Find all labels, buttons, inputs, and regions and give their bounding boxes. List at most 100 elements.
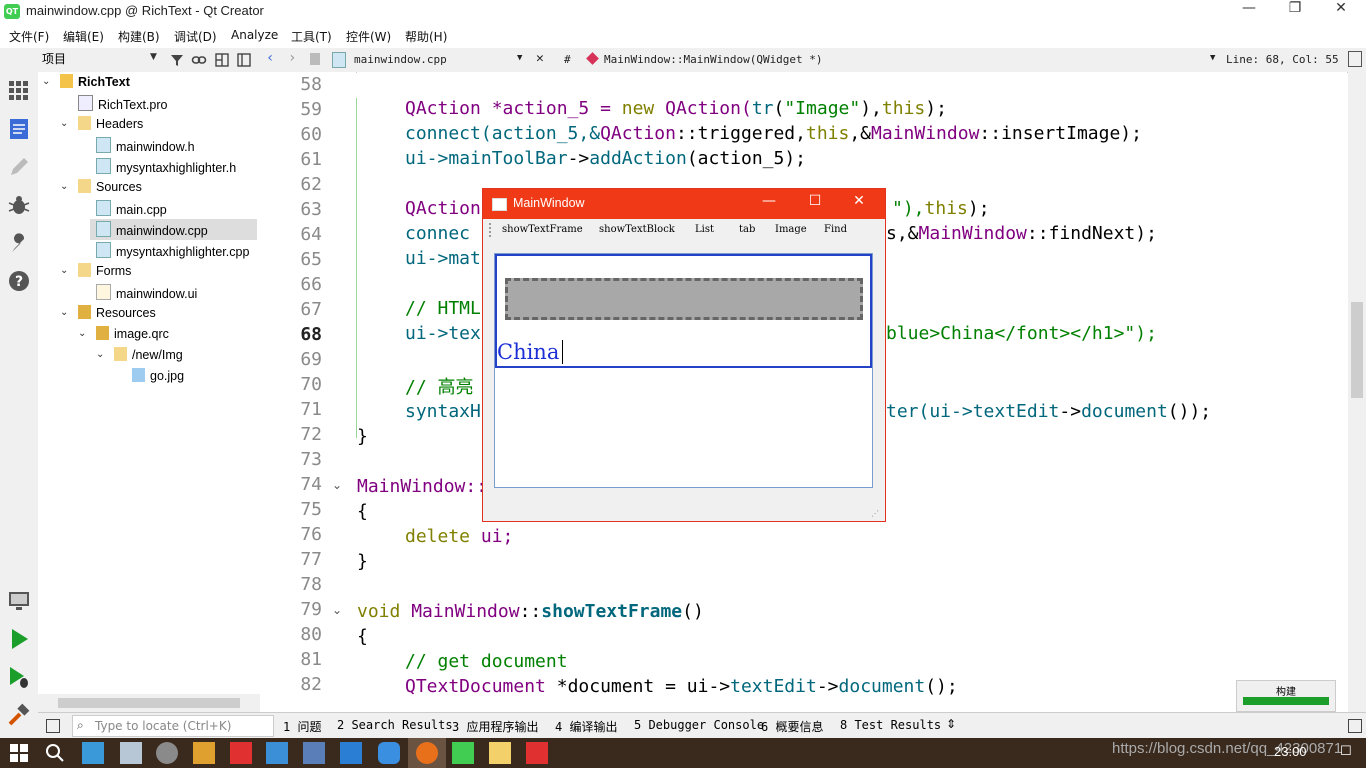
file-explorer-icon[interactable] bbox=[489, 742, 511, 764]
tree-item-forms[interactable]: Forms bbox=[78, 263, 131, 284]
filter-icon[interactable] bbox=[169, 52, 185, 68]
collapse-arrow-icon[interactable]: ⌄ bbox=[60, 307, 68, 318]
chevron-down-icon[interactable]: ▼ bbox=[1210, 53, 1215, 63]
output-tab-summary[interactable]: 6 概要信息 bbox=[761, 718, 823, 735]
output-tab-compile[interactable]: 4 编译输出 bbox=[555, 718, 617, 735]
cursor-position[interactable]: Line: 68, Col: 55 bbox=[1226, 53, 1339, 66]
tree-item-sources[interactable]: Sources bbox=[78, 179, 142, 200]
search-icon[interactable] bbox=[44, 742, 66, 764]
output-tab-debugger[interactable]: 5 Debugger Console bbox=[634, 718, 764, 732]
windows-start-icon[interactable] bbox=[8, 742, 30, 764]
fold-arrow-icon[interactable]: ⌄ bbox=[332, 603, 342, 617]
clock[interactable]: 23:00 bbox=[1274, 744, 1307, 759]
menu-widgets[interactable]: 控件(W) bbox=[346, 28, 391, 45]
notification-icon[interactable]: ☐ bbox=[1340, 744, 1352, 759]
app-icon-note[interactable] bbox=[193, 742, 215, 764]
debug-run-icon[interactable] bbox=[6, 664, 32, 690]
collapse-arrow-icon[interactable]: ⌄ bbox=[78, 328, 86, 339]
size-grip-icon[interactable]: ⋰ bbox=[871, 509, 879, 518]
app-icon-box[interactable] bbox=[303, 742, 325, 764]
tree-item-pro[interactable]: RichText.pro bbox=[78, 95, 167, 116]
locator-input[interactable]: ⌕ Type to locate (Ctrl+K) bbox=[72, 715, 274, 737]
split-editor-icon[interactable] bbox=[1348, 51, 1362, 67]
tree-item-mainwindow-cpp[interactable]: mainwindow.cpp bbox=[96, 221, 208, 242]
symbol-selector[interactable]: MainWindow::MainWindow(QWidget *) bbox=[604, 53, 823, 66]
output-tab-tests[interactable]: 8 Test Results bbox=[840, 718, 941, 732]
menu-analyze[interactable]: Analyze bbox=[231, 28, 278, 42]
app-maximize-button[interactable]: ☐ bbox=[799, 193, 831, 209]
app-icon-recorder[interactable] bbox=[156, 742, 178, 764]
collapse-arrow-icon[interactable]: ⌄ bbox=[42, 76, 50, 87]
output-tab-search[interactable]: 2 Search Results bbox=[337, 718, 453, 732]
app-icon-tool[interactable] bbox=[120, 742, 142, 764]
tree-item-mysyntaxhighlighter-h[interactable]: mysyntaxhighlighter.h bbox=[96, 158, 236, 179]
tree-item-main-cpp[interactable]: main.cpp bbox=[96, 200, 167, 221]
project-view-selector[interactable]: 项目 bbox=[42, 50, 162, 68]
more-tabs-icon[interactable]: ⇕ bbox=[946, 717, 956, 731]
split-icon[interactable] bbox=[214, 52, 230, 68]
close-document-icon[interactable]: ✕ bbox=[536, 51, 544, 66]
collapse-arrow-icon[interactable]: ⌄ bbox=[60, 181, 68, 192]
toolbar-list[interactable]: List bbox=[695, 224, 714, 235]
toolbar-find[interactable]: Find bbox=[824, 224, 847, 235]
menu-help[interactable]: 帮助(H) bbox=[405, 28, 447, 45]
scrollbar-thumb[interactable] bbox=[58, 698, 240, 708]
qt-creator-taskbar-icon[interactable] bbox=[452, 742, 474, 764]
firefox-icon[interactable] bbox=[416, 742, 438, 764]
back-arrow-icon[interactable]: ‹ bbox=[266, 50, 274, 66]
tree-item-mysyntaxhighlighter-cpp[interactable]: mysyntaxhighlighter.cpp bbox=[96, 242, 249, 263]
app-minimize-button[interactable]: — bbox=[753, 193, 785, 209]
toolbar-image[interactable]: Image bbox=[775, 224, 807, 235]
toolbar-grip[interactable] bbox=[489, 223, 493, 237]
toolbar-showtextframe[interactable]: showTextFrame bbox=[502, 224, 583, 235]
edit-mode-icon[interactable] bbox=[6, 116, 32, 142]
run-icon[interactable] bbox=[6, 626, 32, 652]
collapse-arrow-icon[interactable]: ⌄ bbox=[60, 265, 68, 276]
chevron-down-icon[interactable]: ▼ bbox=[150, 52, 157, 62]
tree-item-image-qrc[interactable]: image.qrc bbox=[96, 326, 169, 347]
menu-file[interactable]: 文件(F) bbox=[9, 28, 49, 45]
tree-item-prefix[interactable]: /new/Img bbox=[114, 347, 183, 368]
tree-item-mainwindow-ui[interactable]: mainwindow.ui bbox=[96, 284, 197, 305]
collapse-arrow-icon[interactable]: ⌄ bbox=[60, 118, 68, 129]
kit-selector-monitor-icon[interactable] bbox=[6, 588, 32, 614]
app-icon-desktop[interactable] bbox=[82, 742, 104, 764]
projects-wrench-icon[interactable] bbox=[6, 230, 32, 256]
minimize-button[interactable]: — bbox=[1226, 0, 1272, 24]
design-pencil-icon[interactable] bbox=[6, 154, 32, 180]
toggle-output-icon[interactable] bbox=[1348, 719, 1362, 733]
output-tab-app-output[interactable]: 3 应用程序输出 bbox=[452, 718, 538, 735]
help-icon[interactable]: ? bbox=[6, 268, 32, 294]
chevron-down-icon[interactable]: ▼ bbox=[517, 53, 522, 63]
tree-item-mainwindow-h[interactable]: mainwindow.h bbox=[96, 137, 195, 158]
tree-item-project[interactable]: RichText bbox=[60, 74, 130, 95]
scrollbar-thumb[interactable] bbox=[1351, 302, 1363, 398]
mainwindow-taskbar-icon[interactable] bbox=[526, 742, 548, 764]
forward-arrow-icon[interactable]: › bbox=[288, 50, 296, 66]
include-hierarchy-button[interactable]: # bbox=[564, 53, 571, 66]
tree-item-go-jpg[interactable]: go.jpg bbox=[132, 368, 184, 389]
toolbar-showtextblock[interactable]: showTextBlock bbox=[599, 224, 675, 235]
restore-button[interactable]: ❐ bbox=[1272, 0, 1318, 24]
app-icon-blue[interactable] bbox=[378, 742, 400, 764]
collapse-arrow-icon[interactable]: ⌄ bbox=[96, 349, 104, 360]
menu-build[interactable]: 构建(B) bbox=[118, 28, 160, 45]
editor-vertical-scrollbar[interactable] bbox=[1348, 72, 1366, 712]
link-icon[interactable] bbox=[191, 52, 207, 68]
close-button[interactable]: ✕ bbox=[1318, 0, 1364, 24]
output-tab-issues[interactable]: 1 问题 bbox=[283, 718, 321, 735]
app-icon-remote[interactable] bbox=[266, 742, 288, 764]
app-close-button[interactable]: ✕ bbox=[843, 193, 875, 209]
toolbar-tab[interactable]: tab bbox=[739, 224, 755, 235]
tree-item-headers[interactable]: Headers bbox=[78, 116, 143, 137]
debug-bug-icon[interactable] bbox=[6, 192, 32, 218]
vscode-icon[interactable] bbox=[340, 742, 362, 764]
tree-horizontal-scrollbar[interactable] bbox=[38, 694, 260, 712]
close-pane-icon[interactable] bbox=[236, 52, 252, 68]
menu-edit[interactable]: 编辑(E) bbox=[63, 28, 104, 45]
menu-debug[interactable]: 调试(D) bbox=[174, 28, 217, 45]
open-document-selector[interactable]: mainwindow.cpp bbox=[354, 53, 447, 66]
app-icon-red[interactable] bbox=[230, 742, 252, 764]
toggle-sidebar-icon[interactable] bbox=[46, 719, 60, 733]
text-edit[interactable]: China bbox=[494, 253, 873, 488]
